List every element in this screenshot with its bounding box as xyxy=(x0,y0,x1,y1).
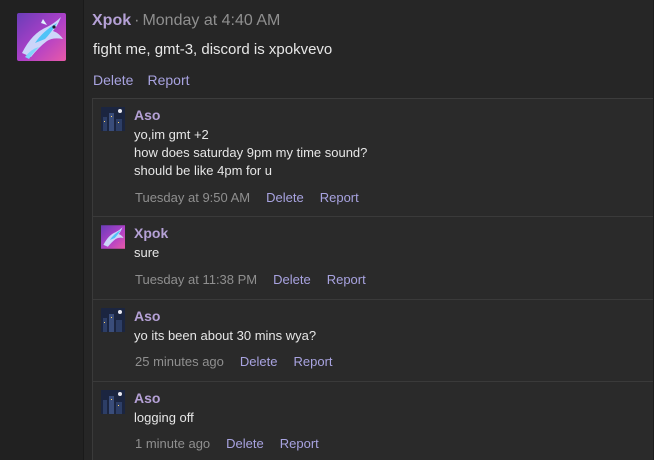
post-body: fight me, gmt-3, discord is xpokvevo xyxy=(93,41,333,58)
reply-line: how does saturday 9pm my time sound? xyxy=(134,145,368,160)
night-city-avatar-icon xyxy=(101,107,125,131)
night-city-avatar-icon xyxy=(101,308,125,332)
reply-meta: Tuesday at 11:38 PM Delete Report xyxy=(135,272,382,287)
reply-body: logging off xyxy=(134,409,194,427)
reply-line: yo its been about 30 mins wya? xyxy=(134,328,317,343)
reply-delete-link[interactable]: Delete xyxy=(266,190,304,205)
reply-line: logging off xyxy=(134,410,194,425)
reply-author[interactable]: Aso xyxy=(134,107,160,123)
reply-body: yo,im gmt +2 how does saturday 9pm my ti… xyxy=(134,126,367,180)
reply-item: Xpok sure Tuesday at 11:38 PM Delete Repor… xyxy=(92,216,654,299)
reply-author[interactable]: Xpok xyxy=(134,225,168,241)
reply-report-link[interactable]: Report xyxy=(320,190,359,205)
reply-timestamp[interactable]: Tuesday at 11:38 PM xyxy=(135,272,257,287)
reply-body: yo its been about 30 mins wya? xyxy=(134,327,316,345)
aso-avatar[interactable] xyxy=(101,107,125,131)
dragon-avatar-icon xyxy=(17,13,66,61)
xpok-avatar[interactable] xyxy=(101,225,125,249)
header-separator: · xyxy=(134,12,140,29)
reply-delete-link[interactable]: Delete xyxy=(240,354,278,369)
reply-line: sure xyxy=(134,245,160,260)
post-timestamp[interactable]: Monday at 4:40 AM xyxy=(142,12,280,29)
reply-line: should be like 4pm for u xyxy=(134,163,273,178)
reply-line: yo,im gmt +2 xyxy=(134,127,209,142)
reply-delete-link[interactable]: Delete xyxy=(226,436,264,451)
reply-item: Aso yo its been about 30 mins wya? 25 mi… xyxy=(92,299,654,381)
post-header: Xpok · Monday at 4:40 AM xyxy=(92,12,280,30)
reply-report-link[interactable]: Report xyxy=(327,272,366,287)
reply-item: Aso yo,im gmt +2 how does saturday 9pm m… xyxy=(92,98,654,216)
post-author[interactable]: Xpok xyxy=(92,12,131,29)
dragon-avatar-icon xyxy=(101,225,125,249)
aso-avatar[interactable] xyxy=(101,308,125,332)
xpok-avatar[interactable] xyxy=(17,13,66,61)
reply-delete-link[interactable]: Delete xyxy=(273,272,311,287)
reply-meta: Tuesday at 9:50 AM Delete Report xyxy=(135,190,375,205)
aso-avatar[interactable] xyxy=(101,390,125,414)
reply-meta: 25 minutes ago Delete Report xyxy=(135,354,349,369)
replies-list: Aso yo,im gmt +2 how does saturday 9pm m… xyxy=(92,98,654,460)
reply-author[interactable]: Aso xyxy=(134,390,160,406)
post-report-link[interactable]: Report xyxy=(147,72,189,88)
reply-author[interactable]: Aso xyxy=(134,308,160,324)
reply-timestamp[interactable]: Tuesday at 9:50 AM xyxy=(135,190,250,205)
reply-item: Aso logging off 1 minute ago Delete Report xyxy=(92,381,654,460)
reply-report-link[interactable]: Report xyxy=(293,354,332,369)
reply-report-link[interactable]: Report xyxy=(280,436,319,451)
left-gutter xyxy=(0,0,84,460)
reply-timestamp[interactable]: 25 minutes ago xyxy=(135,354,224,369)
post-actions: Delete Report xyxy=(93,72,204,88)
reply-body: sure xyxy=(134,244,159,262)
comment-thread-page: Xpok · Monday at 4:40 AM fight me, gmt-3, … xyxy=(0,0,654,460)
post-delete-link[interactable]: Delete xyxy=(93,72,133,88)
reply-timestamp[interactable]: 1 minute ago xyxy=(135,436,210,451)
reply-meta: 1 minute ago Delete Report xyxy=(135,436,335,451)
night-city-avatar-icon xyxy=(101,390,125,414)
